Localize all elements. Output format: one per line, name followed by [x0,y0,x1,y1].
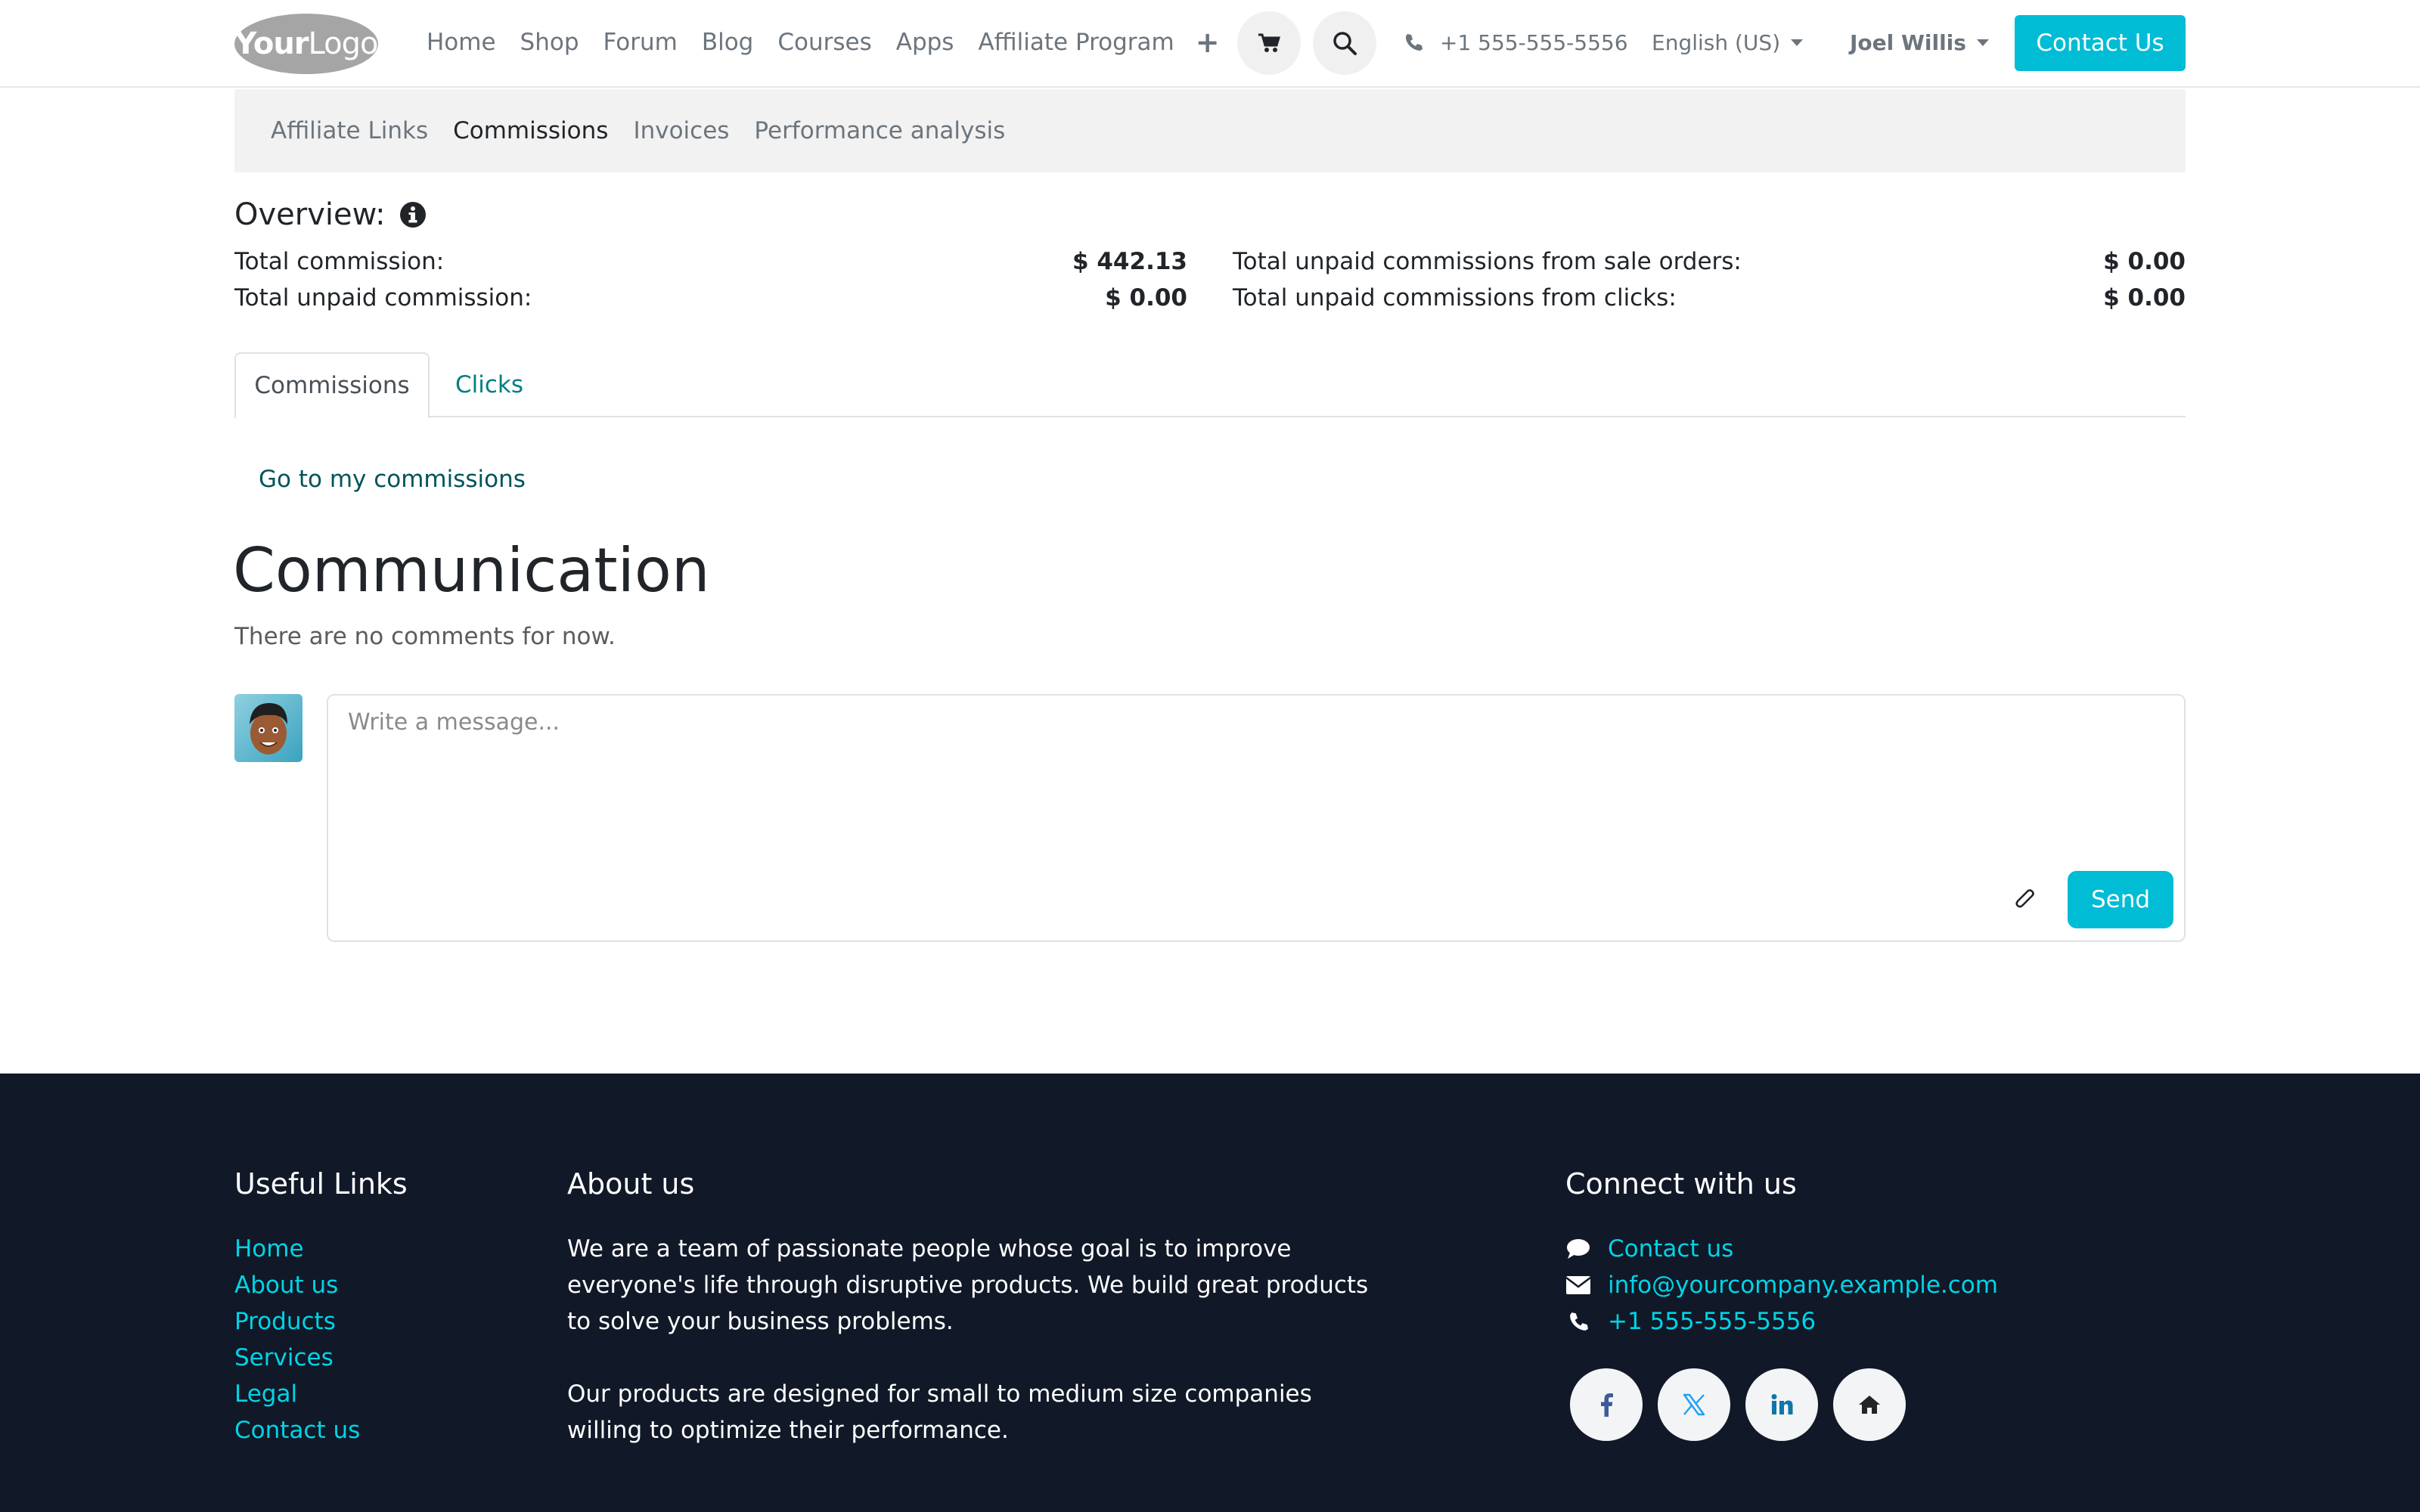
plus-icon[interactable]: + [1196,26,1220,59]
overview-title: Overview: [234,195,427,234]
subnav-affiliate-links[interactable]: Affiliate Links [271,117,428,144]
connect-list: Contact us info@yourcompany.example.com … [1565,1231,1998,1340]
connect-title: Connect with us [1565,1167,1797,1201]
footer-phone[interactable]: +1 555-555-5556 [1565,1303,1998,1340]
site-header: Your Logo Home Shop Forum Blog Courses Ap… [0,0,2420,88]
nav-courses[interactable]: Courses [777,29,871,56]
phone-icon [1405,34,1423,51]
overview-tabs: Commissions Clicks [234,352,2186,419]
site-footer: Useful Links Home About us Products Serv… [0,1074,2420,1512]
comment-icon [1567,1239,1590,1259]
user-dropdown[interactable]: Joel Willis [1850,26,1989,59]
nav-apps[interactable]: Apps [896,29,954,56]
message-box[interactable]: Write a message... Send [327,694,2186,942]
x-twitter-button[interactable] [1658,1368,1730,1441]
unpaid-sale-orders-row: Total unpaid commissions from sale order… [1233,248,2186,275]
contact-us-button[interactable]: Contact Us [2015,15,2186,71]
about-us-title: About us [567,1167,695,1201]
subnav-commissions[interactable]: Commissions [453,117,608,144]
message-input[interactable]: Write a message... [348,709,560,736]
avatar [234,694,302,762]
search-button[interactable] [1313,11,1376,75]
subnav-invoices[interactable]: Invoices [633,117,729,144]
no-comments-text: There are no comments for now. [234,623,616,650]
facebook-button[interactable] [1570,1368,1643,1441]
home-button[interactable] [1833,1368,1906,1441]
nav-forum[interactable]: Forum [603,29,678,56]
footer-contact-us[interactable]: Contact us [1565,1231,1998,1267]
language-dropdown[interactable]: English (US) [1652,26,1804,59]
linkedin-button[interactable] [1745,1368,1818,1441]
header-phone[interactable]: +1 555-555-5556 [1404,26,1628,59]
communication-title: Communication [233,535,710,606]
footer-link-services[interactable]: Services [234,1340,360,1376]
facebook-icon [1601,1393,1613,1417]
tab-commissions[interactable]: Commissions [234,352,430,419]
search-icon [1333,32,1357,55]
envelope-icon [1565,1276,1591,1294]
info-icon[interactable] [399,201,427,228]
nav-home[interactable]: Home [427,29,496,56]
footer-link-about[interactable]: About us [234,1267,360,1303]
chevron-down-icon [1791,39,1804,46]
tab-clicks[interactable]: Clicks [455,352,523,417]
cart-button[interactable] [1237,11,1301,75]
footer-email[interactable]: info@yourcompany.example.com [1565,1267,1998,1303]
nav-affiliate-program[interactable]: Affiliate Program [978,29,1174,56]
main-nav: Home Shop Forum Blog Courses Apps Affili… [427,23,1220,62]
go-to-commissions-link[interactable]: Go to my commissions [259,466,526,493]
home-icon [1859,1396,1880,1414]
useful-links-title: Useful Links [234,1167,408,1201]
footer-link-home[interactable]: Home [234,1231,360,1267]
phone-icon [1570,1312,1588,1331]
affiliate-subnav: Affiliate Links Commissions Invoices Per… [234,89,2186,172]
nav-blog[interactable]: Blog [702,29,754,56]
chevron-down-icon [1976,39,1989,46]
total-unpaid-commission-row: Total unpaid commission: $ 0.00 [234,284,1187,311]
site-logo[interactable]: Your Logo [234,14,378,74]
cart-icon [1258,33,1280,52]
nav-shop[interactable]: Shop [520,29,579,56]
paperclip-icon[interactable] [2015,886,2037,912]
total-commission-row: Total commission: $ 442.13 [234,248,1187,275]
footer-link-contact[interactable]: Contact us [234,1412,360,1448]
footer-link-legal[interactable]: Legal [234,1376,360,1412]
subnav-performance-analysis[interactable]: Performance analysis [754,117,1005,144]
linkedin-icon [1771,1394,1793,1414]
about-us-text: We are a team of passionate people whose… [567,1235,1369,1444]
x-icon [1683,1393,1705,1416]
useful-links-list: Home About us Products Services Legal Co… [234,1231,360,1448]
footer-link-products[interactable]: Products [234,1303,360,1340]
unpaid-clicks-row: Total unpaid commissions from clicks: $ … [1233,284,2186,311]
send-button[interactable]: Send [2068,871,2173,928]
